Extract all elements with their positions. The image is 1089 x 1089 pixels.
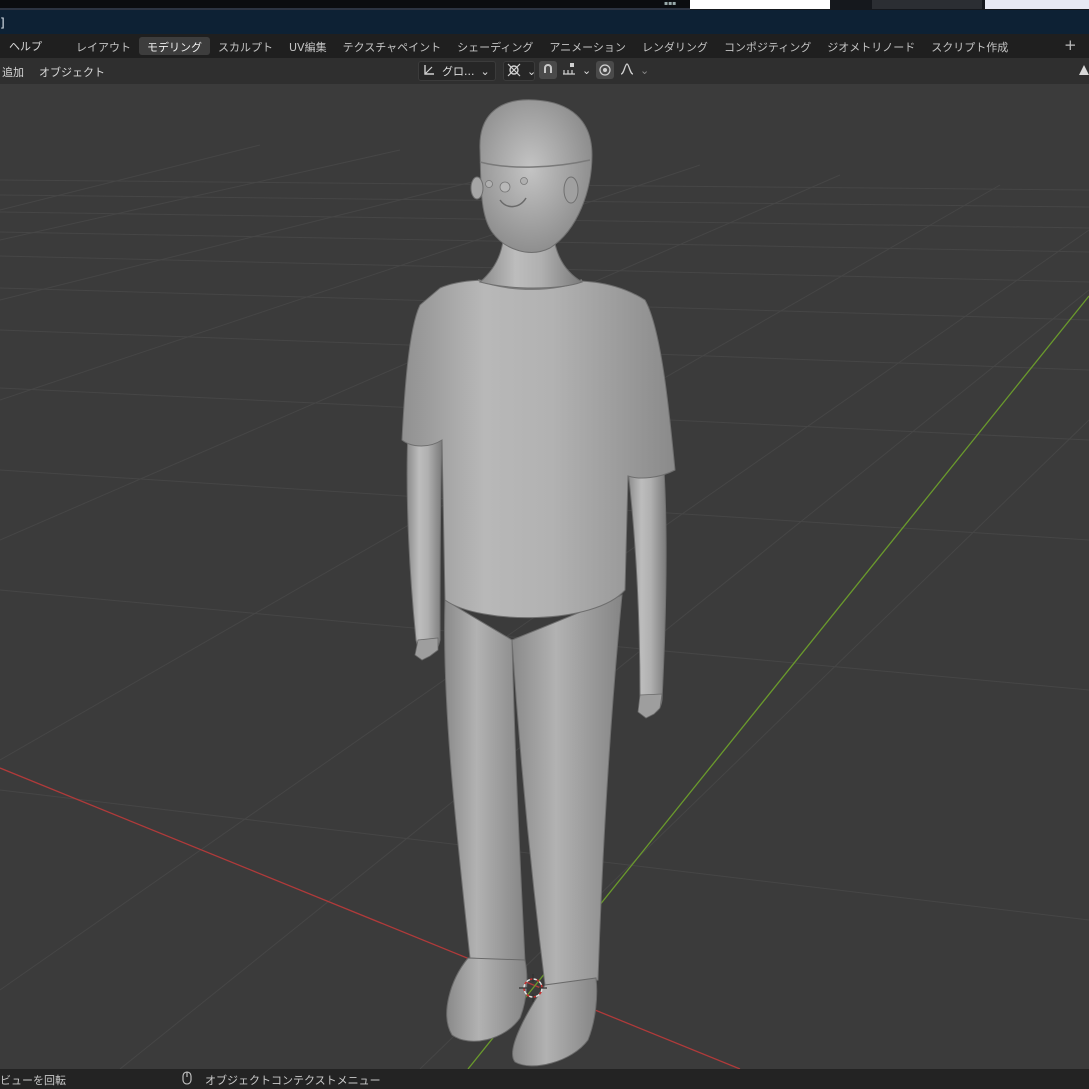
window-dots-icon: ▪▪▪ bbox=[664, 0, 677, 7]
left-eye bbox=[485, 180, 493, 188]
menu-bar: ヘルプ レイアウト モデリング スカルプト UV編集 テクスチャペイント シェーディングア… bbox=[0, 34, 1089, 58]
orientation-value: グロ... bbox=[442, 65, 475, 78]
background-window-dark bbox=[0, 0, 690, 10]
right-ear bbox=[563, 176, 579, 204]
left-ear bbox=[470, 176, 484, 200]
humanoid-figure[interactable] bbox=[401, 99, 676, 1067]
proportional-edit-icon bbox=[599, 64, 611, 76]
head bbox=[479, 99, 593, 253]
right-leg bbox=[511, 594, 623, 986]
tab-8[interactable]: コンポジティング bbox=[716, 37, 819, 55]
x-axis-line bbox=[0, 767, 741, 1069]
tab-9[interactable]: ジオメトリノード bbox=[819, 37, 923, 55]
left-arm bbox=[406, 429, 443, 656]
left-shoe bbox=[446, 957, 528, 1042]
viewport-gizmo-toggle[interactable] bbox=[1077, 61, 1089, 79]
pivot-point-icon bbox=[504, 63, 524, 80]
chevron-down-icon: ⌄ bbox=[527, 64, 537, 78]
view-gizmo-icon bbox=[1079, 65, 1089, 75]
orientation-icon bbox=[419, 63, 439, 80]
background-window-white bbox=[690, 0, 830, 9]
right-eye bbox=[520, 177, 528, 185]
snap-toggle[interactable] bbox=[539, 61, 557, 79]
object-menu[interactable]: オブジェクト bbox=[39, 64, 105, 80]
shirt bbox=[401, 279, 676, 619]
right-hand bbox=[637, 693, 663, 719]
tab-3[interactable]: UV編集 bbox=[281, 37, 335, 55]
tab-1[interactable]: モデリング bbox=[139, 37, 210, 55]
tab-2[interactable]: スカルプト bbox=[210, 37, 281, 55]
viewport-header: 追加 オブジェクト グロ... ⌄ ⌄ ⌄ ⌄ bbox=[0, 58, 1089, 84]
add-workspace-button[interactable]: + bbox=[1064, 36, 1077, 54]
snap-target-dropdown[interactable]: ⌄ bbox=[559, 61, 591, 79]
status-bar: ビューを回転 オブジェクトコンテクストメニュー bbox=[0, 1069, 1089, 1089]
chevron-down-icon: ⌄ bbox=[640, 63, 650, 77]
proportional-edit-toggle[interactable] bbox=[596, 61, 614, 79]
menu-help[interactable]: ヘルプ bbox=[9, 38, 42, 54]
falloff-dropdown[interactable]: ⌄ bbox=[617, 61, 649, 79]
title-fragment: ] bbox=[0, 16, 5, 30]
tab-10[interactable]: スクリプト作成 bbox=[923, 37, 1016, 55]
title-bar: ] bbox=[0, 10, 1089, 34]
snap-increment-icon bbox=[559, 62, 579, 79]
tab-5[interactable]: シェーディング bbox=[449, 37, 541, 55]
workspace-tabs: レイアウト モデリング スカルプト UV編集 テクスチャペイント シェーディング アニメーシ… bbox=[68, 37, 1016, 55]
chevron-down-icon: ⌄ bbox=[480, 64, 490, 78]
status-rotate-view: ビューを回転 bbox=[0, 1074, 66, 1087]
background-window-pale bbox=[985, 0, 1089, 9]
magnet-icon bbox=[544, 64, 552, 73]
nose bbox=[499, 181, 511, 193]
background-window-gray bbox=[872, 0, 982, 9]
transform-orientation-dropdown[interactable]: グロ... ⌄ bbox=[418, 61, 496, 81]
right-arm bbox=[627, 469, 667, 714]
mouse-icon bbox=[182, 1071, 192, 1088]
pivot-point-dropdown[interactable]: ⌄ bbox=[503, 61, 536, 81]
falloff-curve-icon bbox=[617, 62, 637, 79]
tab-6[interactable]: アニメーション bbox=[541, 37, 634, 55]
left-hand bbox=[414, 637, 439, 661]
chevron-down-icon: ⌄ bbox=[582, 63, 592, 77]
tab-0[interactable]: レイアウト bbox=[68, 37, 139, 55]
3d-viewport[interactable] bbox=[0, 84, 1089, 1069]
tab-7[interactable]: レンダリング bbox=[634, 37, 716, 55]
tab-4[interactable]: テクスチャペイント bbox=[335, 37, 450, 55]
add-menu[interactable]: 追加 bbox=[2, 64, 24, 80]
viewport-scene bbox=[0, 99, 1089, 1069]
status-context-menu: オブジェクトコンテクストメニュー bbox=[205, 1074, 381, 1087]
screen-top-strip: ▪▪▪ bbox=[0, 0, 1089, 10]
